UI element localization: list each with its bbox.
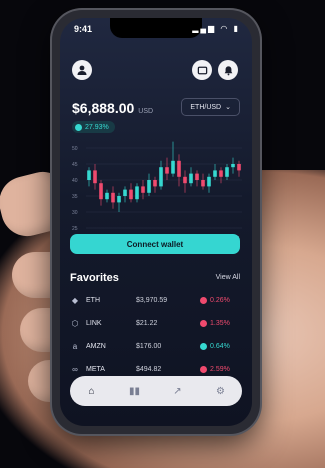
change-dot-icon xyxy=(200,296,207,304)
candle-body xyxy=(111,192,115,203)
favorite-row[interactable]: ◆ ETH $3,970.59 0.26% xyxy=(70,293,242,307)
status-time: 9:41 xyxy=(74,24,93,34)
amazon-icon: a xyxy=(72,341,78,351)
arrow-up-icon xyxy=(75,123,82,131)
candle-body xyxy=(201,180,205,187)
tab-bar: ⌂ ▮▮ ↗ ⚙ xyxy=(70,376,242,406)
asset-change: 2.59% xyxy=(200,365,230,373)
candle-body xyxy=(159,167,163,187)
candle-body xyxy=(123,189,127,196)
asset-price: $494.82 xyxy=(136,365,162,373)
candle-body xyxy=(177,160,181,177)
asset-price: $176.00 xyxy=(136,342,162,350)
asset-change-value: 2.59% xyxy=(210,365,230,373)
user-icon[interactable] xyxy=(72,60,92,80)
candle-body xyxy=(183,176,187,184)
asset-change: 0.64% xyxy=(200,342,230,350)
candle-body xyxy=(147,180,151,193)
balance-amount: $6,888.00 xyxy=(72,100,135,116)
candle-body xyxy=(225,167,229,177)
balance-unit: USD xyxy=(138,108,154,115)
candle-body xyxy=(117,196,121,203)
asset-symbol: AMZN xyxy=(86,342,106,350)
candle-body xyxy=(99,183,103,200)
candle-body xyxy=(231,164,235,168)
candle-body xyxy=(93,170,97,184)
change-badge: 27.93% xyxy=(72,121,115,133)
pair-value: ETH/USD xyxy=(190,103,222,111)
favorite-row[interactable]: ∞ META $494.82 2.59% xyxy=(70,362,242,376)
candle-body xyxy=(171,160,175,174)
y-tick-label: 35 xyxy=(72,194,78,200)
meta-icon: ∞ xyxy=(72,364,78,374)
y-tick-label: 40 xyxy=(72,178,78,184)
connect-wallet-button[interactable]: Connect wallet xyxy=(70,234,240,254)
candle-body xyxy=(165,167,169,174)
change-dot-icon xyxy=(200,319,207,327)
candle-body xyxy=(213,170,217,177)
app-screen: 9:41 ▂▄▆ ◠ ▮ $6,888.00 USD ETH/USD ⌄ 27.9… xyxy=(60,18,252,426)
change-dot-icon xyxy=(200,342,207,350)
y-tick-label: 30 xyxy=(72,210,78,216)
view-all-link[interactable]: View All xyxy=(216,274,240,281)
change-dot-icon xyxy=(200,365,207,373)
trend-icon[interactable]: ↗ xyxy=(167,380,189,402)
bar-chart-icon[interactable]: ▮▮ xyxy=(124,380,146,402)
candle-body xyxy=(237,164,241,171)
favorites-title: Favorites xyxy=(70,272,119,284)
bell-icon[interactable] xyxy=(218,60,238,80)
favorite-row[interactable]: a AMZN $176.00 0.64% xyxy=(70,339,242,353)
asset-change-value: 0.64% xyxy=(210,342,230,350)
pair-select[interactable]: ETH/USD ⌄ xyxy=(181,98,240,116)
asset-symbol: ETH xyxy=(86,296,100,304)
y-tick-label: 45 xyxy=(72,162,78,168)
candle-body xyxy=(153,180,157,187)
candle-body xyxy=(189,173,193,184)
candle-body xyxy=(207,176,211,187)
status-icons: ▂▄▆ ◠ ▮ xyxy=(192,24,240,33)
asset-change: 1.35% xyxy=(200,319,230,327)
candle-body xyxy=(195,173,199,180)
asset-price: $21.22 xyxy=(136,319,158,327)
asset-change-value: 1.35% xyxy=(210,319,230,327)
wallet-icon[interactable] xyxy=(192,60,212,80)
price-chart[interactable]: 50454035302512345678 xyxy=(68,140,246,246)
candle-body xyxy=(141,186,145,193)
asset-price: $3,970.59 xyxy=(136,296,168,304)
gear-icon[interactable]: ⚙ xyxy=(210,380,232,402)
asset-change-value: 0.26% xyxy=(210,296,230,304)
asset-change: 0.26% xyxy=(200,296,230,304)
chainlink-icon: ⬡ xyxy=(71,318,79,328)
y-tick-label: 25 xyxy=(72,226,78,232)
notch xyxy=(110,18,202,38)
asset-symbol: META xyxy=(86,365,105,373)
favorite-row[interactable]: ⬡ LINK $21.22 1.35% xyxy=(70,316,242,330)
change-value: 27.93% xyxy=(85,123,109,131)
chevron-down-icon: ⌄ xyxy=(225,104,231,111)
candle-body xyxy=(135,186,139,200)
candle-body xyxy=(129,189,133,200)
ethereum-icon: ◆ xyxy=(71,295,79,305)
candle-body xyxy=(105,192,109,200)
balance: $6,888.00 USD xyxy=(72,100,153,116)
candle-body xyxy=(219,170,223,177)
home-icon[interactable]: ⌂ xyxy=(81,380,103,402)
y-tick-label: 50 xyxy=(72,146,78,152)
candle-body xyxy=(87,170,91,180)
asset-symbol: LINK xyxy=(86,319,102,327)
